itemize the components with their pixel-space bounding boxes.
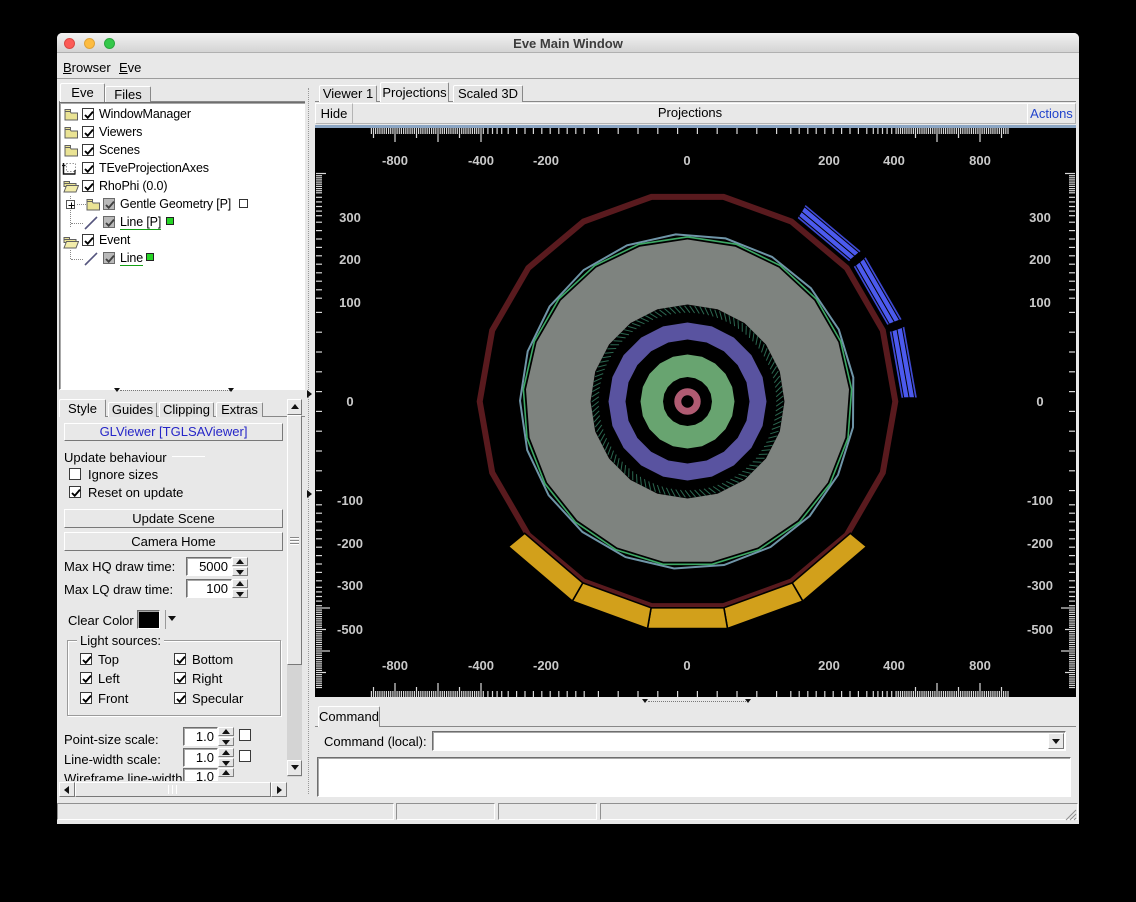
svg-text:-100: -100 [337,493,363,508]
svg-text:-300: -300 [337,578,363,593]
svg-text:0: 0 [683,658,690,673]
svg-text:800: 800 [969,153,991,168]
svg-text:200: 200 [818,658,840,673]
svg-text:100: 100 [1029,295,1051,310]
svg-text:200: 200 [818,153,840,168]
svg-text:-100: -100 [1027,493,1053,508]
svg-text:-800: -800 [382,658,408,673]
svg-text:-200: -200 [533,153,559,168]
svg-text:-500: -500 [337,622,363,637]
svg-text:200: 200 [1029,252,1051,267]
svg-text:-400: -400 [468,153,494,168]
svg-text:0: 0 [683,153,690,168]
svg-text:-400: -400 [468,658,494,673]
svg-text:-200: -200 [533,658,559,673]
svg-text:-800: -800 [382,153,408,168]
svg-text:-200: -200 [1027,536,1053,551]
svg-text:800: 800 [969,658,991,673]
svg-text:0: 0 [1036,394,1043,409]
svg-text:-200: -200 [337,536,363,551]
svg-text:200: 200 [339,252,361,267]
svg-text:-300: -300 [1027,578,1053,593]
svg-text:400: 400 [883,153,905,168]
svg-text:100: 100 [339,295,361,310]
svg-text:400: 400 [883,658,905,673]
svg-text:300: 300 [1029,210,1051,225]
svg-text:0: 0 [346,394,353,409]
svg-text:-500: -500 [1027,622,1053,637]
svg-text:300: 300 [339,210,361,225]
